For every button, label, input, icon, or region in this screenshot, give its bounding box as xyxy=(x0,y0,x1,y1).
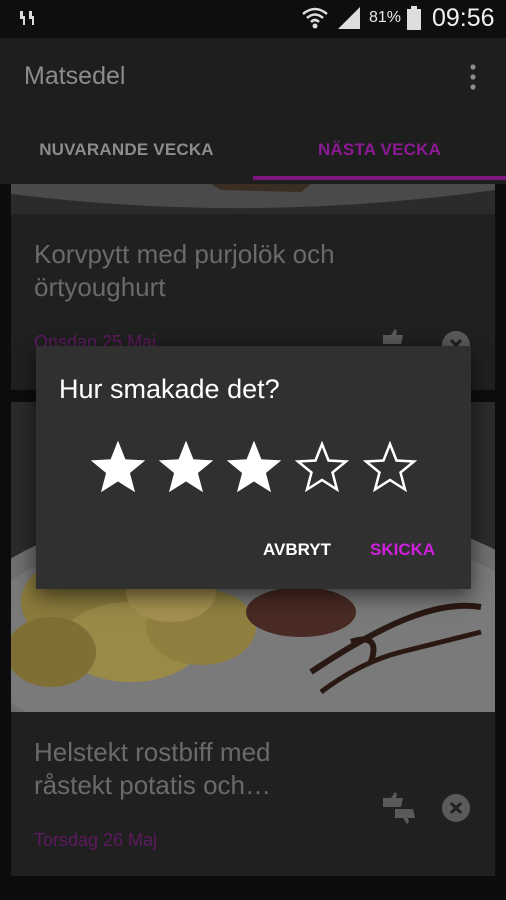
star-rating[interactable] xyxy=(90,441,420,497)
thumbs-rating-icon[interactable] xyxy=(381,792,417,824)
dialog-title: Hur smakade det? xyxy=(59,374,280,404)
submit-button[interactable]: SKICKA xyxy=(370,540,435,560)
star-filled-icon[interactable] xyxy=(226,441,282,497)
star-filled-icon[interactable] xyxy=(158,441,214,497)
wifi-icon xyxy=(302,7,328,29)
rating-dialog: Hur smakade det? AVBRYT SKICKA xyxy=(36,346,471,589)
tab-bar: NUVARANDE VECKA NÄSTA VECKA xyxy=(0,116,506,184)
tab-current-week[interactable]: NUVARANDE VECKA xyxy=(0,116,253,184)
notification-icon xyxy=(20,11,34,25)
star-empty-icon[interactable] xyxy=(362,441,418,497)
dish-name: Helstekt rostbiff med råstekt potatis oc… xyxy=(34,737,271,800)
dish-date: Torsdag 26 Maj xyxy=(34,830,158,850)
star-filled-icon[interactable] xyxy=(90,441,146,497)
tab-indicator xyxy=(253,176,506,180)
menu-item-card[interactable]: Helstekt rostbiff med råstekt potatis oc… xyxy=(11,712,495,876)
app-bar: Matsedel xyxy=(0,38,506,116)
clock: 09:56 xyxy=(432,4,495,32)
signal-icon xyxy=(338,7,360,29)
remove-icon[interactable] xyxy=(441,793,471,823)
overflow-menu-icon[interactable] xyxy=(462,62,484,92)
star-empty-icon[interactable] xyxy=(294,441,350,497)
dish-name: Korvpytt med purjolök och örtyoughurt xyxy=(34,239,335,302)
cancel-button[interactable]: AVBRYT xyxy=(263,540,331,560)
dish-photo-partial xyxy=(11,184,495,214)
status-bar: 81% 09:56 xyxy=(0,0,506,38)
battery-percent: 81% xyxy=(369,9,402,26)
tab-next-week[interactable]: NÄSTA VECKA xyxy=(253,116,506,184)
battery-icon xyxy=(407,6,421,30)
app-title: Matsedel xyxy=(24,62,126,90)
